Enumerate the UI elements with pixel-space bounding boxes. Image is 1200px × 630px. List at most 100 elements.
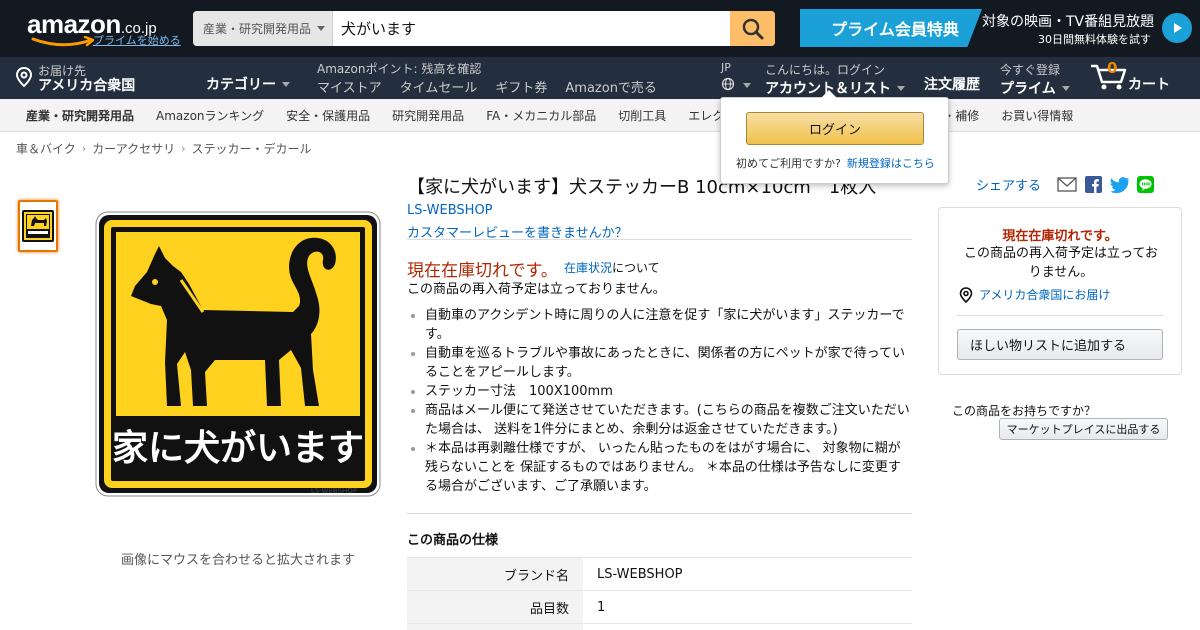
orders-link[interactable]: 注文履歴 [924,74,980,94]
brand-link[interactable]: LS-WEBSHOP [407,203,493,218]
buy-box: 現在在庫切れです。 この商品の再入荷予定は立っておりません。 アメリカ合衆国にお… [938,207,1182,375]
stock-status-suffix: について [612,261,660,275]
spec-value: LS-WEBSHOP [583,557,912,591]
category-cutting-tools[interactable]: 切削工具 [618,107,666,124]
buybox-out-of-stock: 現在在庫切れです。 [1002,229,1118,244]
sell-on-marketplace-button[interactable]: マーケットプレイスに出品する [999,418,1168,440]
signup-link[interactable]: 新規登録はこちら [847,157,935,170]
chevron-down-icon [282,81,290,87]
feature-bullet: 自動車を巡るトラブルや事故にあったときに、関係者の方にペットが家で待っていること… [411,344,912,382]
share-link[interactable]: シェアする [976,175,1041,194]
buybox-restock-note: この商品の再入荷予定は立っておりません。 [964,246,1158,280]
first-time-text: 初めてご利用ですか? [736,157,841,170]
restock-note: この商品の再入荷予定は立っておりません。 [407,282,666,297]
subnav-my-store[interactable]: マイストア [317,77,382,96]
spec-row [407,623,912,630]
divider [957,315,1163,316]
spec-row: 品目数 1 [407,590,912,624]
start-prime-link[interactable]: プライムを始める [93,32,181,48]
search-button[interactable] [730,11,775,46]
sticker-watermark: LS-WEBSHOP [311,487,357,495]
language-code: JP [721,61,731,74]
deliver-to-link[interactable]: アメリカ合衆国にお届け [979,286,1110,303]
mail-icon[interactable] [1057,177,1077,192]
spec-key [407,623,583,630]
prime-banner-line2: 30日間無料体験を試す [1038,33,1151,46]
spec-table: ブランド名 LS-WEBSHOP 品目数 1 [407,557,912,630]
category-industrial[interactable]: 産業・研究開発用品 [26,107,134,124]
categories-label: カテゴリー [206,77,276,93]
category-ranking[interactable]: Amazonランキング [156,107,264,124]
prime-benefit-label: プライム会員特典 [831,20,959,39]
product-image[interactable]: 家に犬がいます LS-WEBSHOP [95,210,381,497]
stock-status-link[interactable]: 在庫状況 [564,261,612,275]
globe-icon [721,77,735,91]
signup-row: 初めてご利用ですか? 新規登録はこちら [736,155,935,171]
sticker-text: 家に犬がいます [112,428,364,469]
category-fa-mechanical[interactable]: FA・メカニカル部品 [486,107,596,124]
login-flyout: ログイン 初めてご利用ですか? 新規登録はこちら [720,90,949,184]
login-button[interactable]: ログイン [746,112,924,145]
image-thumbnail[interactable] [18,200,58,252]
category-research[interactable]: 研究開発用品 [392,107,464,124]
spec-value: 1 [583,590,912,624]
header-subnav: マイストア タイムセール ギフト券 Amazonで売る [317,77,657,96]
breadcrumb-item[interactable]: ステッカー・デカール [192,140,312,157]
prime-label-row: プライム [1000,78,1070,98]
divider [407,239,912,240]
subnav-time-sale[interactable]: タイムセール [400,77,478,96]
share-row: シェアする [976,175,1155,194]
buybox-deliver-row[interactable]: アメリカ合衆国にお届け [959,286,1110,303]
stock-status-row: 在庫状況について [564,259,660,276]
breadcrumb-item[interactable]: カーアクセサリ [92,140,175,157]
location-pin-icon [15,67,33,87]
category-electronics[interactable]: エレク [688,107,724,124]
search-category-select[interactable]: 産業・研究開発用品 [193,11,333,46]
deliver-to-country: アメリカ合衆国 [38,78,136,94]
subnav-gift-card[interactable]: ギフト券 [495,77,547,96]
cart-button[interactable]: 0 カート [1089,59,1179,94]
add-to-wishlist-button[interactable]: ほしい物リストに追加する [957,329,1163,360]
prime-label: プライム [1000,81,1056,97]
amazon-logo[interactable]: amazon.co.jp プライムを始める [27,9,181,47]
amazon-points-link[interactable]: Amazonポイント: 残高を確認 [317,60,481,77]
spec-key: 品目数 [407,590,583,624]
spec-value [583,623,912,630]
breadcrumb: 車＆バイク › カーアクセサリ › ステッカー・デカール [16,140,312,157]
spec-heading: この商品の仕様 [407,533,499,548]
chevron-down-icon [897,85,905,91]
feature-bullet: ＊本品は再剥離仕様ですが、 いったん貼ったものをはがす場合に、 対象物に糊が残ら… [411,439,912,496]
feature-bullet: 自動車のアクシデント時に周りの人に注意を促す「家に犬がいます」ステッカーです。 [411,306,912,344]
twitter-icon[interactable] [1110,176,1130,193]
feature-bullets: 自動車のアクシデント時に周りの人に注意を促す「家に犬がいます」ステッカーです。 … [411,306,912,496]
search-input[interactable] [333,11,730,46]
category-safety[interactable]: 安全・保護用品 [286,107,370,124]
line-icon[interactable] [1137,176,1155,193]
prime-benefit-badge: プライム会員特典 [800,9,982,47]
own-this-question: この商品をお持ちですか？ [952,404,1097,418]
thumbnail-image [22,210,54,242]
category-bar: 産業・研究開発用品 Amazonランキング 安全・保護用品 研究開発用品 FA・… [0,99,1200,132]
chevron-right-icon: › [181,142,186,155]
prime-promo-banner[interactable]: プライム会員特典 対象の映画・TV番組見放題 30日間無料体験を試す [800,9,1192,47]
category-deals[interactable]: お買い得情報 [1001,107,1073,124]
play-icon [1162,13,1192,43]
divider [407,513,912,514]
dog-sticker-image: 家に犬がいます LS-WEBSHOP [95,211,381,497]
facebook-icon[interactable] [1085,176,1103,193]
top-header: amazon.co.jp プライムを始める 産業・研究開発用品 プライム会員特典… [0,0,1200,99]
account-greeting: こんにちは。ログイン [765,63,886,77]
language-selector[interactable]: JP [721,61,751,91]
subnav-sell-on-amazon[interactable]: Amazonで売る [565,77,657,96]
feature-bullet: 商品はメール便にて発送させていただきます。(こちらの商品を複数ご注文いただいた場… [411,401,912,439]
smile-arrow-icon [31,36,95,47]
breadcrumb-item[interactable]: 車＆バイク [16,140,76,157]
feature-bullet: ステッカー寸法 100X100mm [411,382,912,401]
prime-menu[interactable]: 今すぐ登録 プライム [1000,61,1070,98]
cart-count: 0 [1107,59,1118,77]
chevron-down-icon [1061,85,1070,91]
search-icon [742,18,763,39]
chevron-right-icon: › [81,142,87,155]
categories-menu[interactable]: カテゴリー [206,74,290,94]
search-bar: 産業・研究開発用品 [193,11,775,46]
